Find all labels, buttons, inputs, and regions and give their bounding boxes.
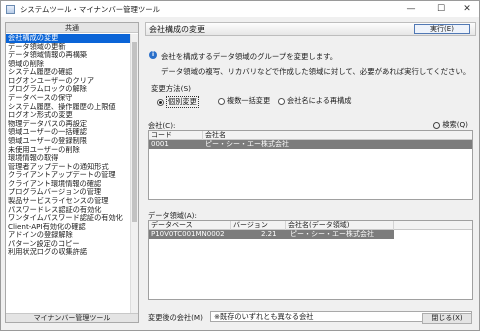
cell-company: ピー・シー・エー株式会社 [290,230,374,238]
sidebar-item[interactable]: ログオン形式の変更 [6,111,132,120]
sidebar-item[interactable]: 環境情報の取得 [6,154,132,163]
sidebar-scrollbar[interactable] [130,34,138,314]
sidebar-item[interactable]: アドインの登録解除 [6,231,132,240]
sidebar-list: 会社構成の変更 データ領域の更新 データ領域情報の再構築 領域の削除 システム履歴の確認… [6,34,132,314]
minimize-button[interactable]: — [397,1,425,17]
sidebar-item[interactable]: 物理データパスの再設定 [6,120,132,129]
close-window-button[interactable]: ✕ [453,1,480,17]
sidebar-item[interactable]: 利用状況ログの収集許諾 [6,248,132,257]
sidebar-item[interactable]: パスワードレス認証の有効化 [6,206,132,215]
info-text-2: データ領域の複写、リカバリなどで作成した領域に対して、必要があれば実行してくださ… [161,67,471,76]
column-header-company-name[interactable]: 会社名 [203,131,474,140]
info-text-1: 会社を構成するデータ領域のグループを変更します。 [161,52,338,61]
table-row[interactable]: 0001 ピー・シー・エー株式会社 [149,140,472,149]
sidebar-item[interactable]: 管理者アップデートの通知形式 [6,163,132,172]
scrollbar-thumb[interactable] [132,42,137,222]
sidebar-item[interactable]: パターン設定のコピー [6,240,132,249]
table-header: コード 会社名 [149,131,472,140]
info-icon: i [149,51,157,59]
sidebar-item[interactable]: 領域の削除 [6,60,132,69]
radio-button[interactable] [218,97,225,105]
sidebar-item[interactable]: 領域ユーザーの一括確認 [6,128,132,137]
sidebar-item[interactable]: クライアント環境情報の確認 [6,180,132,189]
search-icon [433,121,441,129]
sidebar-item[interactable]: 未使用ユーザーの削除 [6,146,132,155]
sidebar-item[interactable]: データ領域の更新 [6,43,132,52]
radio-button[interactable] [157,98,164,106]
sidebar-header: 共通 [6,23,138,33]
sidebar: 共通 会社構成の変更 データ領域の更新 データ領域情報の再構築 領域の削除 システム履歴… [5,22,139,323]
sidebar-item[interactable]: クライアントアップデートの管理 [6,171,132,180]
table-row[interactable]: P10V0TC001MN0002 2.21 ピー・シー・エー株式会社 [149,230,394,239]
table-header: データベース バージョン 会社名(データ領域) [149,221,472,230]
company-table[interactable]: コード 会社名 0001 ピー・シー・エー株式会社 [148,130,473,200]
sidebar-item[interactable]: プログラムバージョンの管理 [6,188,132,197]
app-icon [6,4,15,14]
sidebar-item[interactable]: プログラムロックの解除 [6,85,132,94]
radio-button[interactable] [278,97,285,105]
sidebar-item[interactable]: 会社構成の変更 [6,34,132,43]
main-content: 会社構成の変更 実行(E) i 会社を構成するデータ領域のグループを変更します。… [145,22,476,323]
sidebar-item[interactable]: 製品サービスライセンスの管理 [6,197,132,206]
sidebar-footer: マイナンバー管理ツール [6,313,138,322]
data-area-table[interactable]: データベース バージョン 会社名(データ領域) P10V0TC001MN0002… [148,220,473,300]
radio-by-company-name[interactable]: 会社名による再構成 [278,96,351,106]
sidebar-item[interactable]: ログオンユーザーのクリア [6,77,132,86]
maximize-button[interactable]: ☐ [427,1,455,17]
cell-code: 0001 [151,140,169,148]
main-window: システムツール・マイナンバー管理ツール — ☐ ✕ 共通 会社構成の変更 データ領… [0,0,480,331]
page-title: 会社構成の変更 [149,24,205,34]
window-title: システムツール・マイナンバー管理ツール [20,4,161,14]
close-button[interactable]: 閉じる(X) [422,313,472,324]
column-header-code[interactable]: コード [149,131,203,140]
cell-version: 2.21 [261,230,277,238]
cell-company-name: ピー・シー・エー株式会社 [205,140,289,148]
cell-database: P10V0TC001MN0002 [151,230,225,238]
sidebar-item[interactable]: データ領域情報の再構築 [6,51,132,60]
column-header-database[interactable]: データベース [149,221,231,230]
change-method-label: 変更方法(S) [151,84,192,93]
column-header-area-company[interactable]: 会社名(データ領域) [286,221,394,230]
sidebar-item[interactable]: ワンタイムパスワード認証の有効化 [6,214,132,223]
sidebar-item[interactable]: Client-API有効化の確認 [6,223,132,232]
target-company-label: 変更後の会社(M) [148,313,203,322]
sidebar-item[interactable]: システム履歴の確認 [6,68,132,77]
column-header-version[interactable]: バージョン [231,221,286,230]
radio-bulk[interactable]: 複数一括変更 [218,96,270,106]
title-bar: システムツール・マイナンバー管理ツール — ☐ ✕ [1,1,479,17]
run-button[interactable]: 実行(E) [414,24,470,34]
sidebar-item[interactable]: 領域ユーザーの登録制限 [6,137,132,146]
search-button[interactable]: 検索(Q) [433,120,468,130]
radio-individual[interactable]: 個別変更 [157,96,199,108]
sidebar-item[interactable]: データベースの保守 [6,94,132,103]
sidebar-item[interactable]: システム履歴、操作履歴の上限値 [6,103,132,112]
